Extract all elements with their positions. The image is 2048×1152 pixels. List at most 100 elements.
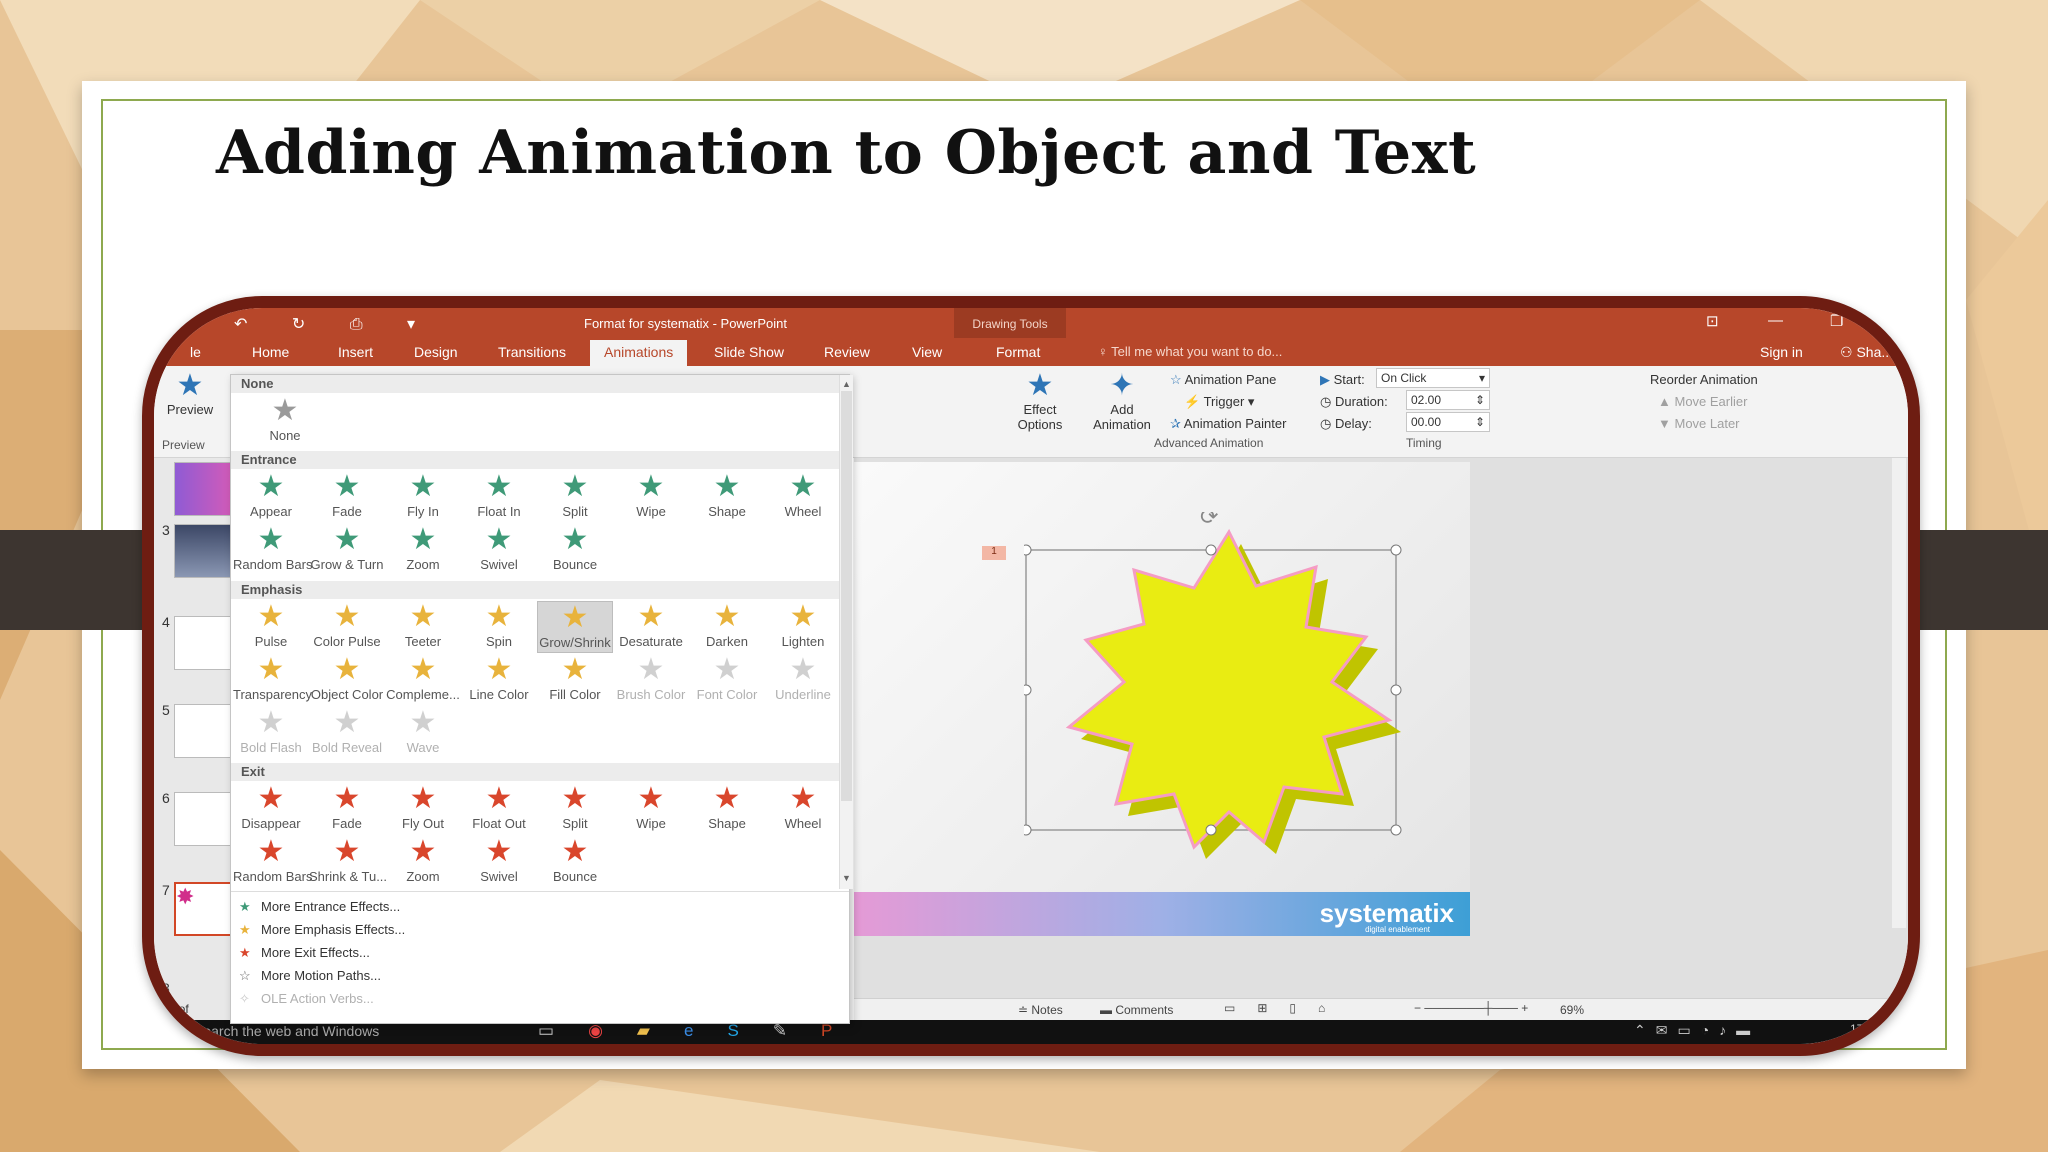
effect-emphasis-underline[interactable]: ★ Underline	[765, 654, 841, 706]
canvas-scrollbar[interactable]	[1892, 458, 1906, 928]
effect-emphasis-bold-flash[interactable]: ★ Bold Flash	[233, 707, 309, 759]
effect-emphasis-object-color[interactable]: ★ Object Color	[309, 654, 385, 706]
effect-emphasis-bold-reveal[interactable]: ★ Bold Reveal	[309, 707, 385, 759]
effect-entrance-wipe[interactable]: ★ Wipe	[613, 471, 689, 523]
effect-entrance-zoom[interactable]: ★ Zoom	[385, 524, 461, 576]
effect-entrance-grow-turn[interactable]: ★ Grow & Turn	[309, 524, 385, 576]
effect-emphasis-desaturate[interactable]: ★ Desaturate	[613, 601, 689, 653]
effect-entrance-bounce[interactable]: ★ Bounce	[537, 524, 613, 576]
effect-exit-random-bars[interactable]: ★ Random Bars	[233, 836, 312, 888]
rotate-handle-icon[interactable]: ⟳	[1200, 512, 1218, 530]
effect-emphasis-darken[interactable]: ★ Darken	[689, 601, 765, 653]
tab-review[interactable]: Review	[824, 344, 870, 360]
animation-painter-button[interactable]: ✰ Animation Painter	[1170, 416, 1286, 432]
tab-insert[interactable]: Insert	[338, 344, 373, 360]
effect-emphasis-spin[interactable]: ★ Spin	[461, 601, 537, 653]
tell-me-search[interactable]: ♀ Tell me what you want to do...	[1098, 344, 1282, 359]
effect-exit-fly-out[interactable]: ★ Fly Out	[385, 783, 461, 835]
animation-pane-button[interactable]: ☆ Animation Pane	[1170, 372, 1276, 388]
effect-emphasis-wave[interactable]: ★ Wave	[385, 707, 461, 759]
delay-input[interactable]: 00.00 ⇕	[1406, 412, 1490, 432]
tab-transitions[interactable]: Transitions	[498, 344, 566, 360]
notes-button[interactable]: ≐ Notes	[1018, 1003, 1063, 1017]
effect-emphasis-fill-color[interactable]: ★ Fill Color	[537, 654, 613, 706]
effect-exit-disappear[interactable]: ★ Disappear	[233, 783, 309, 835]
trigger-button[interactable]: ⚡ Trigger ▾	[1184, 394, 1254, 410]
slide-thumbnail[interactable]	[174, 704, 234, 758]
tab-format[interactable]: Format	[996, 344, 1040, 360]
effect-emphasis-line-color[interactable]: ★ Line Color	[461, 654, 537, 706]
more-exit-effects[interactable]: ★ More Exit Effects...	[239, 945, 370, 961]
minimize-icon[interactable]: —	[1768, 312, 1783, 329]
effect-exit-split[interactable]: ★ Split	[537, 783, 613, 835]
effect-options-button[interactable]: ★ Effect Options	[1008, 370, 1072, 433]
resize-handle[interactable]	[1024, 544, 1032, 556]
resize-handle[interactable]	[1205, 824, 1217, 836]
effect-exit-bounce[interactable]: ★ Bounce	[537, 836, 613, 888]
resize-handle[interactable]	[1390, 544, 1402, 556]
effect-emphasis-teeter[interactable]: ★ Teeter	[385, 601, 461, 653]
effect-exit-wipe[interactable]: ★ Wipe	[613, 783, 689, 835]
start-dropdown[interactable]: On Click ▾	[1376, 368, 1490, 388]
duration-input[interactable]: 02.00 ⇕	[1406, 390, 1490, 410]
quick-access-toolbar[interactable]: ↶ ↻ ⎙ ▾	[234, 314, 435, 334]
effect-none[interactable]: ★ None	[233, 395, 337, 447]
taskbar-apps[interactable]: ▭◉▰eS✎P	[538, 1021, 866, 1041]
slide-thumbnail[interactable]	[174, 462, 234, 516]
move-later-button[interactable]: ▼ Move Later	[1658, 416, 1740, 431]
tab-design[interactable]: Design	[414, 344, 458, 360]
effect-emphasis-grow-shrink[interactable]: ★ Grow/Shrink	[537, 601, 613, 653]
scroll-down-icon[interactable]: ▼	[842, 873, 851, 883]
move-earlier-button[interactable]: ▲ Move Earlier	[1658, 394, 1747, 409]
more-motion-paths[interactable]: ☆ More Motion Paths...	[239, 968, 381, 984]
resize-handle[interactable]	[1024, 684, 1032, 696]
ole-action-verbs[interactable]: ✧ OLE Action Verbs...	[239, 991, 374, 1007]
tab-animations[interactable]: Animations	[590, 340, 688, 366]
effect-emphasis-compleme[interactable]: ★ Compleme...	[385, 654, 461, 706]
more-entrance-effects[interactable]: ★ More Entrance Effects...	[239, 899, 400, 915]
taskbar-search[interactable]: Search the web and Windows	[194, 1023, 379, 1039]
ribbon-display-icon[interactable]: ⊡	[1706, 312, 1719, 330]
add-animation-button[interactable]: ✦ Add Animation	[1080, 370, 1164, 433]
effect-exit-fade[interactable]: ★ Fade	[309, 783, 385, 835]
effect-entrance-wheel[interactable]: ★ Wheel	[765, 471, 841, 523]
effect-entrance-appear[interactable]: ★ Appear	[233, 471, 309, 523]
starburst-shape[interactable]: ⟳	[1024, 512, 1444, 882]
gallery-scrollbar[interactable]: ▲ ▼	[839, 375, 853, 889]
comments-button[interactable]: ▬ Comments	[1100, 1003, 1173, 1017]
effect-entrance-random-bars[interactable]: ★ Random Bars	[233, 524, 312, 576]
effect-exit-float-out[interactable]: ★ Float Out	[461, 783, 537, 835]
sign-in-link[interactable]: Sign in	[1760, 344, 1803, 360]
effect-exit-shape[interactable]: ★ Shape	[689, 783, 765, 835]
zoom-level[interactable]: 69%	[1560, 1003, 1584, 1017]
effect-entrance-swivel[interactable]: ★ Swivel	[461, 524, 537, 576]
slide-thumbnail[interactable]	[174, 792, 234, 846]
effect-entrance-split[interactable]: ★ Split	[537, 471, 613, 523]
effect-exit-zoom[interactable]: ★ Zoom	[385, 836, 461, 888]
resize-handle[interactable]	[1390, 824, 1402, 836]
share-button[interactable]: ⚇ Sha...	[1840, 344, 1893, 361]
zoom-slider[interactable]: − ───────┼─── +	[1414, 1001, 1528, 1015]
slide-thumbnail-selected[interactable]: ✸	[174, 882, 234, 936]
scroll-up-icon[interactable]: ▲	[842, 379, 851, 389]
tab-slide-show[interactable]: Slide Show	[714, 344, 784, 360]
effect-emphasis-font-color[interactable]: ★ Font Color	[689, 654, 765, 706]
effect-exit-swivel[interactable]: ★ Swivel	[461, 836, 537, 888]
slide-canvas[interactable]: 1 ⟳ systematix digital enablement	[854, 462, 1470, 936]
effect-exit-wheel[interactable]: ★ Wheel	[765, 783, 841, 835]
resize-handle[interactable]	[1390, 684, 1402, 696]
effect-exit-shrink-tu[interactable]: ★ Shrink & Tu...	[309, 836, 387, 888]
tab-home[interactable]: Home	[252, 344, 289, 360]
tab-file[interactable]: le	[190, 344, 201, 360]
effect-entrance-fly-in[interactable]: ★ Fly In	[385, 471, 461, 523]
effect-entrance-shape[interactable]: ★ Shape	[689, 471, 765, 523]
preview-button[interactable]: ★ Preview	[160, 370, 220, 418]
resize-handle[interactable]	[1024, 824, 1032, 836]
effect-entrance-fade[interactable]: ★ Fade	[309, 471, 385, 523]
effect-emphasis-transparency[interactable]: ★ Transparency	[233, 654, 312, 706]
resize-handle[interactable]	[1205, 544, 1217, 556]
effect-emphasis-pulse[interactable]: ★ Pulse	[233, 601, 309, 653]
tab-view[interactable]: View	[912, 344, 942, 360]
system-tray-icons[interactable]: ⌃✉▭◔♪▬	[1634, 1022, 1760, 1039]
effect-emphasis-brush-color[interactable]: ★ Brush Color	[613, 654, 689, 706]
